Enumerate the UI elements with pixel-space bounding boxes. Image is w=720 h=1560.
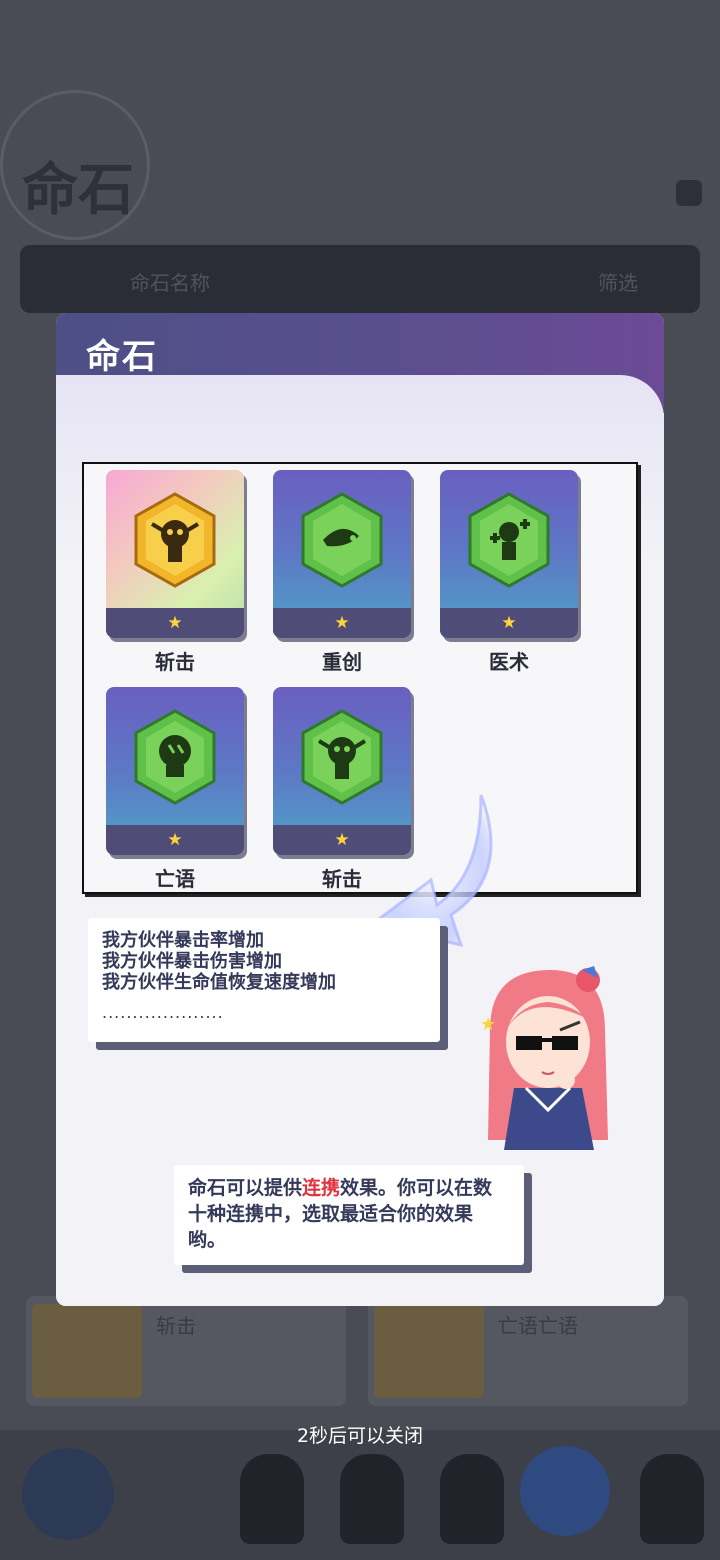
star-icon: ★ — [334, 830, 350, 850]
background-menu-icon — [676, 180, 702, 206]
stone-name: 斩击 — [155, 650, 195, 674]
background-search-bar: 命石名称 筛选 — [20, 245, 700, 313]
effect-more-dots: .................... — [102, 1003, 224, 1022]
whip-gem-icon — [301, 492, 383, 588]
stone-star-bar: ★ — [106, 608, 244, 638]
background-title: 命石 — [22, 157, 134, 223]
background-card-title: 斩击 — [156, 1314, 196, 1338]
info-text-prefix: 命石可以提供 — [188, 1177, 303, 1199]
effect-line: 我方伙伴生命值恢复速度增加 — [102, 972, 336, 993]
stone-tile: ★ — [106, 470, 244, 638]
info-text-highlight: 连携 — [302, 1177, 341, 1199]
background-hero-icon — [640, 1454, 704, 1544]
medic-gem-icon — [468, 492, 550, 588]
effect-line: 我方伙伴暴击率增加 — [102, 930, 264, 951]
fate-stone-info-box: 命石可以提供连携效果。你可以在数十种连携中，选取最适合你的效果哟。 — [174, 1165, 524, 1265]
background-card: 亡语亡语 — [368, 1296, 688, 1406]
background-search-label: 命石名称 — [130, 271, 210, 295]
skull-gem-icon — [134, 492, 216, 588]
fate-stone-tutorial-modal[interactable]: 命石 ★ 斩击 ★ 重创 ★ 医术 ★ 亡语 ★ 斩击 我方伙伴暴击率增加 我方… — [56, 313, 664, 1306]
background-bottom-nav — [0, 1430, 720, 1560]
stone-name: 医术 — [489, 650, 529, 674]
stone-star-bar: ★ — [106, 825, 244, 855]
stone-star-bar: ★ — [273, 608, 411, 638]
combo-effect-box: 我方伙伴暴击率增加 我方伙伴暴击伤害增加 我方伙伴生命值恢复速度增加 .....… — [88, 918, 440, 1042]
background-feather-icon — [520, 1446, 610, 1536]
background-hero-icon — [340, 1454, 404, 1544]
effect-line: 我方伙伴暴击伤害增加 — [102, 951, 282, 972]
stone-tile: ★ — [440, 470, 578, 638]
background-card-thumb — [32, 1304, 142, 1398]
svg-text:★: ★ — [480, 1014, 496, 1035]
close-countdown-hint: 2秒后可以关闭 — [296, 1425, 424, 1447]
star-icon: ★ — [167, 613, 183, 633]
star-icon: ★ — [334, 613, 350, 633]
background-filter-button: 筛选 — [598, 271, 638, 295]
stone-tile: ★ — [273, 470, 411, 638]
star-icon: ★ — [501, 613, 517, 633]
star-icon: ★ — [167, 830, 183, 850]
background-card: 斩击 — [26, 1296, 346, 1406]
skull-mouth-gem-icon — [134, 709, 216, 805]
chibi-character-icon: ★ — [480, 966, 608, 1150]
background-play-icon — [22, 1448, 114, 1540]
info-text: 命石可以提供连携效果。你可以在数十种连携中，选取最适合你的效果哟。 — [188, 1175, 510, 1253]
stone-name: 亡语 — [155, 867, 195, 891]
stone-name: 重创 — [322, 650, 362, 674]
background-hero-icon — [440, 1454, 504, 1544]
stone-tile: ★ — [106, 687, 244, 855]
modal-title: 命石 — [86, 337, 158, 377]
background-card-title: 亡语亡语 — [498, 1314, 578, 1338]
stone-grid: ★ 斩击 ★ 重创 ★ 医术 ★ 亡语 ★ 斩击 — [82, 462, 638, 894]
modal-body: ★ 斩击 ★ 重创 ★ 医术 ★ 亡语 ★ 斩击 我方伙伴暴击率增加 我方伙伴暴… — [56, 375, 664, 1306]
background-hero-icon — [240, 1454, 304, 1544]
stone-star-bar: ★ — [440, 608, 578, 638]
background-card-thumb — [374, 1304, 484, 1398]
